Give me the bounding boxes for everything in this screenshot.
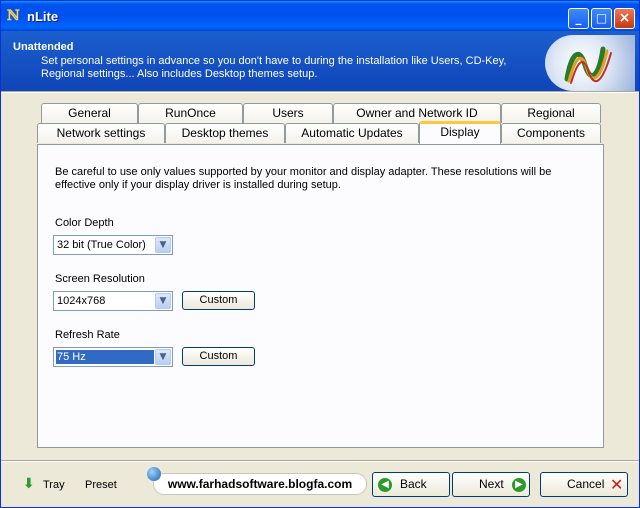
nlite-icon: ℕ (7, 8, 20, 24)
refresh-rate-label: Refresh Rate (55, 329, 120, 341)
refresh-rate-value: 75 Hz (56, 350, 154, 364)
window-title: nLite (27, 9, 59, 24)
back-arrow-icon: ◀ (378, 478, 392, 492)
url-watermark: www.farhadsoftware.blogfa.com (153, 473, 367, 495)
globe-icon (147, 467, 161, 481)
maximize-button[interactable]: □ (591, 8, 612, 29)
title-bar[interactable]: ℕ nLite _ □ × (1, 1, 639, 31)
screen-resolution-label: Screen Resolution (55, 273, 145, 285)
back-button[interactable]: ◀ Back (372, 472, 450, 497)
header-separator (1, 91, 639, 93)
tab-general[interactable]: General (41, 103, 138, 123)
tab-display[interactable]: Display (419, 121, 501, 144)
app-window: ℕ nLite _ □ × Unattended Set personal se… (0, 0, 640, 508)
minimize-icon: _ (575, 11, 582, 25)
maximize-icon: □ (595, 11, 608, 25)
footer-separator (1, 460, 639, 462)
tray-label: Tray (43, 479, 65, 491)
page-header: Unattended Set personal settings in adva… (1, 31, 639, 91)
minimize-button[interactable]: _ (568, 8, 589, 29)
tab-automatic-updates[interactable]: Automatic Updates (285, 123, 419, 143)
screen-resolution-select[interactable]: 1024x768 ▼ (53, 291, 173, 311)
display-notice: Be careful to use only values supported … (55, 166, 552, 191)
refresh-rate-select[interactable]: 75 Hz ▼ (53, 347, 173, 367)
back-label: Back (400, 477, 427, 491)
next-arrow-icon: ▶ (512, 478, 526, 492)
page-description: Set personal settings in advance so you … (41, 55, 507, 80)
tab-strip: General RunOnce Users Owner and Network … (37, 102, 605, 146)
page-title: Unattended (13, 41, 74, 53)
color-depth-value: 32 bit (True Color) (57, 239, 146, 251)
nlite-logo (545, 35, 635, 91)
chevron-down-icon[interactable]: ▼ (155, 237, 171, 253)
tab-regional[interactable]: Regional (501, 103, 601, 123)
cancel-x-icon: ✕ (610, 475, 624, 494)
next-label: Next (479, 477, 504, 491)
resolution-custom-button[interactable]: Custom (182, 291, 255, 310)
close-icon: × (618, 10, 631, 26)
chevron-down-icon[interactable]: ▼ (155, 293, 171, 309)
tray-icon: ⬇ (23, 476, 35, 492)
tab-runonce[interactable]: RunOnce (138, 103, 243, 123)
screen-resolution-value: 1024x768 (57, 295, 106, 307)
tab-owner-network-id[interactable]: Owner and Network ID (333, 103, 501, 123)
tab-desktop-themes[interactable]: Desktop themes (165, 123, 285, 143)
cancel-button[interactable]: Cancel ✕ (540, 472, 628, 497)
next-button[interactable]: Next ▶ (452, 472, 530, 497)
tab-components[interactable]: Components (501, 123, 601, 143)
tab-users[interactable]: Users (243, 103, 333, 123)
chevron-down-icon[interactable]: ▼ (155, 349, 171, 365)
close-button[interactable]: × (614, 8, 635, 29)
preset-button[interactable]: Preset (85, 479, 117, 491)
cancel-label: Cancel (567, 477, 605, 491)
color-depth-label: Color Depth (55, 217, 114, 229)
color-depth-select[interactable]: 32 bit (True Color) ▼ (53, 235, 173, 255)
refresh-custom-button[interactable]: Custom (182, 347, 255, 366)
tab-network-settings[interactable]: Network settings (37, 123, 165, 143)
